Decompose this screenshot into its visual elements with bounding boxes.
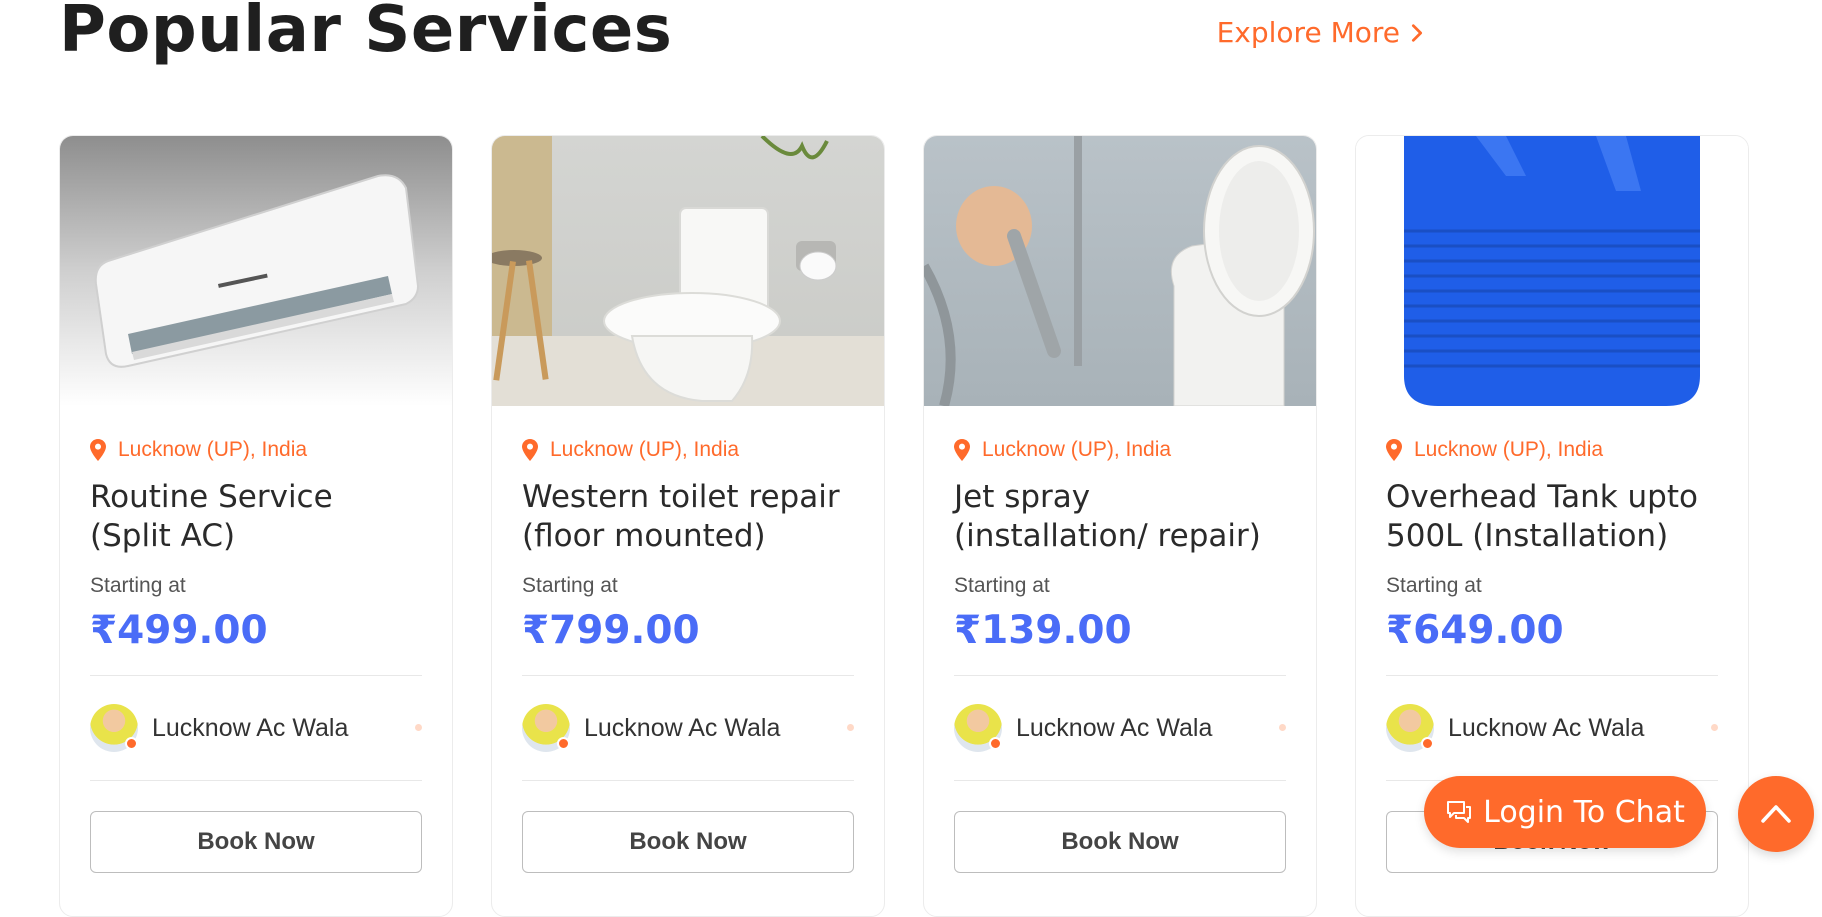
- book-now-button[interactable]: Book Now: [522, 811, 854, 873]
- chevron-up-icon: [1761, 805, 1791, 823]
- avatar: [522, 704, 570, 752]
- online-status-dot: [1421, 737, 1434, 750]
- book-now-button[interactable]: Book Now: [90, 811, 422, 873]
- service-price: ₹139.00: [954, 608, 1132, 653]
- provider[interactable]: Lucknow Ac Wala: [522, 676, 854, 780]
- location-pin-icon: [90, 439, 106, 461]
- indicator-dot: [415, 724, 422, 731]
- service-price: ₹649.00: [1386, 608, 1564, 653]
- provider[interactable]: Lucknow Ac Wala: [90, 676, 422, 780]
- online-status-dot: [125, 737, 138, 750]
- indicator-dot: [1711, 724, 1718, 731]
- provider-name: Lucknow Ac Wala: [1016, 713, 1213, 742]
- divider: [522, 780, 854, 781]
- starting-at-label: Starting at: [954, 574, 1050, 597]
- chat-icon: [1447, 801, 1472, 823]
- service-price: ₹499.00: [90, 608, 268, 653]
- book-now-button[interactable]: Book Now: [954, 811, 1286, 873]
- location-pin-icon: [1386, 439, 1402, 461]
- online-status-dot: [989, 737, 1002, 750]
- location: Lucknow (UP), India: [522, 438, 854, 462]
- service-image: [1356, 136, 1748, 406]
- location: Lucknow (UP), India: [90, 438, 422, 462]
- explore-more-link[interactable]: Explore More: [1217, 16, 1428, 49]
- location: Lucknow (UP), India: [954, 438, 1286, 462]
- location-pin-icon: [954, 439, 970, 461]
- login-to-chat-label: Login To Chat: [1483, 794, 1685, 830]
- login-to-chat-button[interactable]: Login To Chat: [1424, 776, 1706, 848]
- divider: [954, 780, 1286, 781]
- location-text: Lucknow (UP), India: [550, 438, 740, 461]
- starting-at-label: Starting at: [90, 574, 186, 597]
- service-image: [60, 136, 452, 406]
- avatar: [954, 704, 1002, 752]
- provider[interactable]: Lucknow Ac Wala: [1386, 676, 1718, 780]
- service-title[interactable]: Routine Service (Split AC): [90, 478, 422, 556]
- location-text: Lucknow (UP), India: [1414, 438, 1604, 461]
- provider-name: Lucknow Ac Wala: [1448, 713, 1645, 742]
- avatar: [1386, 704, 1434, 752]
- explore-more-label: Explore More: [1216, 16, 1400, 49]
- location-text: Lucknow (UP), India: [982, 438, 1172, 461]
- divider: [90, 780, 422, 781]
- provider-name: Lucknow Ac Wala: [152, 713, 349, 742]
- location-pin-icon: [522, 439, 538, 461]
- starting-at-label: Starting at: [1386, 574, 1482, 597]
- provider-name: Lucknow Ac Wala: [584, 713, 781, 742]
- service-image: [492, 136, 884, 406]
- location: Lucknow (UP), India: [1386, 438, 1718, 462]
- service-image: [924, 136, 1316, 406]
- service-price: ₹799.00: [522, 608, 700, 653]
- avatar: [90, 704, 138, 752]
- indicator-dot: [1279, 724, 1286, 731]
- indicator-dot: [847, 724, 854, 731]
- service-title[interactable]: Overhead Tank upto 500L (Installation): [1386, 478, 1718, 556]
- starting-at-label: Starting at: [522, 574, 618, 597]
- provider[interactable]: Lucknow Ac Wala: [954, 676, 1286, 780]
- scroll-to-top-button[interactable]: [1738, 776, 1814, 852]
- service-title[interactable]: Jet spray (installation/ repair): [954, 478, 1286, 556]
- service-card[interactable]: Lucknow (UP), India Routine Service (Spl…: [59, 135, 453, 917]
- section-title: Popular Services: [59, 0, 673, 67]
- service-card[interactable]: Lucknow (UP), India Jet spray (installat…: [923, 135, 1317, 917]
- service-card[interactable]: Lucknow (UP), India Western toilet repai…: [491, 135, 885, 917]
- location-text: Lucknow (UP), India: [118, 438, 308, 461]
- service-title[interactable]: Western toilet repair (floor mounted): [522, 478, 854, 556]
- chevron-right-icon: [1411, 23, 1423, 42]
- online-status-dot: [557, 737, 570, 750]
